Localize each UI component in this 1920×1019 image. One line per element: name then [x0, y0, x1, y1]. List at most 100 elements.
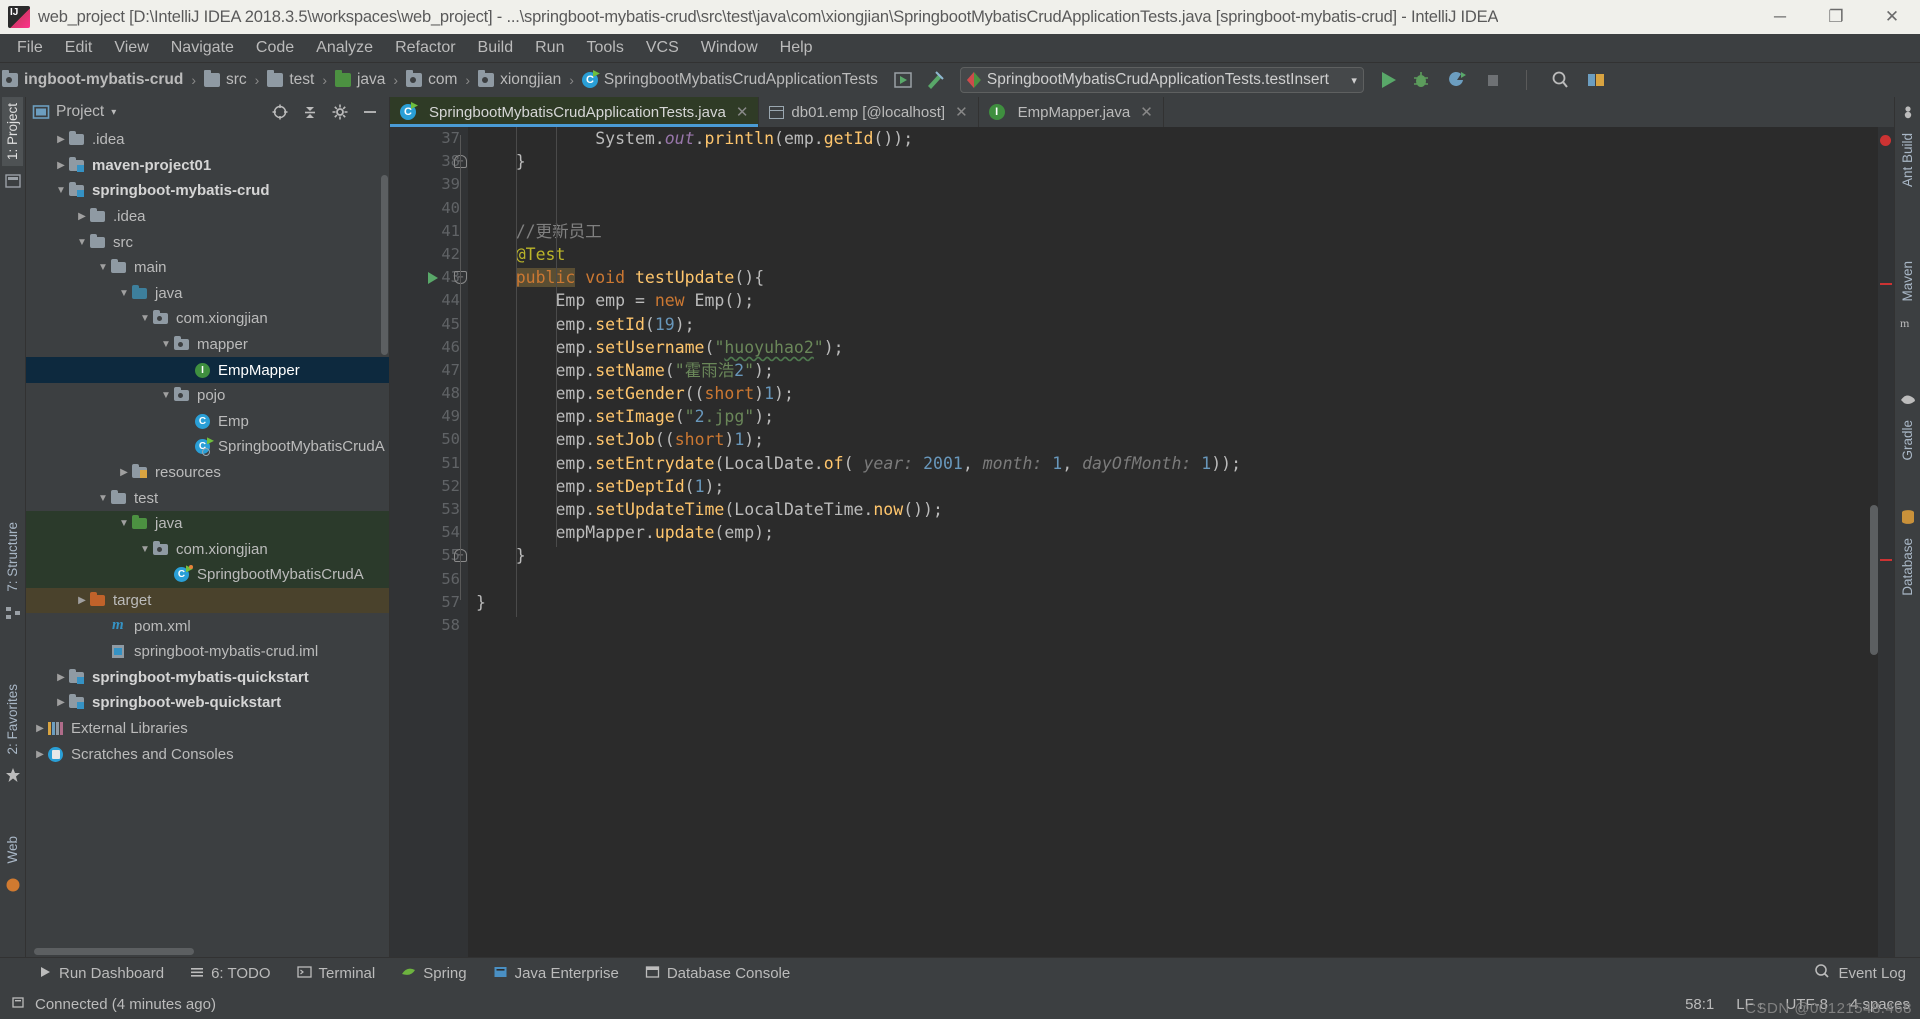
tree-node-idea[interactable]: ▶ .idea — [26, 127, 389, 153]
search-icon[interactable] — [1549, 69, 1571, 91]
sidebar-tab-project[interactable]: 1: Project — [2, 97, 23, 167]
chevron-down-icon[interactable]: ▼ — [158, 390, 174, 401]
sidebar-tab-database[interactable]: Database — [1897, 532, 1918, 602]
code-line[interactable] — [468, 197, 1878, 220]
error-marker[interactable] — [1880, 559, 1892, 561]
menu-help[interactable]: Help — [769, 36, 824, 60]
breadcrumb-item-module[interactable]: ingboot-mybatis-crud — [0, 70, 185, 90]
sidebar-tab-gradle[interactable]: Gradle — [1897, 414, 1918, 467]
menu-window[interactable]: Window — [690, 36, 769, 60]
code-line[interactable]: emp.setImage("2.jpg"); — [468, 405, 1878, 428]
code-line[interactable]: emp.setJob((short)1); — [468, 428, 1878, 451]
tree-node-springboot-mybatis-crud-iml[interactable]: springboot-mybatis-crud.iml — [26, 639, 389, 665]
editor-tab-empmapper[interactable]: EmpMapper.java ✕ — [979, 97, 1164, 127]
tree-node-java[interactable]: ▼ java — [26, 281, 389, 307]
tree-node-external-libraries[interactable]: ▶ External Libraries — [26, 716, 389, 742]
chevron-down-icon[interactable]: ▼ — [95, 493, 111, 504]
code-line[interactable]: emp.setDeptId(1); — [468, 475, 1878, 498]
tree-node-com-xiongjian[interactable]: ▼ com.xiongjian — [26, 536, 389, 563]
tree-node-src[interactable]: ▼ src — [26, 229, 389, 255]
code-line[interactable]: System.out.println(emp.getId()); — [468, 127, 1878, 150]
bottom-tab-spring[interactable]: Spring — [401, 965, 467, 983]
caret-position[interactable]: 58:1 — [1685, 996, 1714, 1013]
sidebar-tab-maven[interactable]: Maven — [1897, 255, 1918, 308]
code-line[interactable]: emp.setGender((short)1); — [468, 382, 1878, 405]
chevron-down-icon[interactable]: ▼ — [53, 185, 69, 196]
close-icon[interactable]: ✕ — [736, 103, 749, 121]
gear-icon[interactable] — [331, 103, 349, 121]
bottom-tab-java-enterprise[interactable]: Java Enterprise — [493, 965, 619, 983]
tree-node-java[interactable]: ▼ java — [26, 510, 389, 537]
error-indicator-icon[interactable] — [1880, 135, 1891, 146]
menu-tools[interactable]: Tools — [575, 36, 634, 60]
close-icon[interactable]: ✕ — [955, 103, 968, 121]
error-marker[interactable] — [1880, 283, 1892, 285]
tree-node-maven-project01[interactable]: ▶ maven-project01 — [26, 153, 389, 179]
project-tree-hscrollbar[interactable] — [26, 945, 389, 957]
chevron-down-icon[interactable]: ▼ — [137, 544, 153, 555]
debug-icon[interactable] — [1410, 69, 1432, 91]
breadcrumb-item-xiongjian[interactable]: xiongjian — [476, 70, 563, 90]
hide-panel-icon[interactable] — [361, 103, 379, 121]
tree-node-springboot-web-quickstart[interactable]: ▶ springboot-web-quickstart — [26, 690, 389, 716]
tree-node-springbootmybatiscruda[interactable]: C SpringbootMybatisCrudA — [26, 434, 389, 460]
tree-node-idea[interactable]: ▶ .idea — [26, 204, 389, 230]
sidebar-tab-favorites[interactable]: 2: Favorites — [2, 678, 23, 761]
tree-node-mapper[interactable]: ▼ mapper — [26, 332, 389, 358]
maximize-button[interactable]: ❐ — [1808, 0, 1864, 34]
favorites-star-icon[interactable] — [4, 766, 22, 784]
breadcrumb-item-test[interactable]: test — [265, 70, 316, 90]
run-configuration-selector[interactable]: SpringbootMybatisCrudApplicationTests.te… — [959, 67, 1364, 93]
web-icon[interactable] — [4, 876, 22, 894]
project-tree-scrollbar[interactable] — [381, 175, 388, 355]
tree-node-emp[interactable]: C Emp — [26, 409, 389, 435]
chevron-down-icon[interactable]: ▼ — [95, 262, 111, 273]
run-anything-icon[interactable] — [892, 69, 914, 91]
menu-code[interactable]: Code — [245, 36, 305, 60]
code-line[interactable]: @Test — [468, 243, 1878, 266]
code-line[interactable]: Emp emp = new Emp(); — [468, 289, 1878, 312]
menu-refactor[interactable]: Refactor — [384, 36, 466, 60]
breadcrumb-item-java[interactable]: java — [333, 70, 387, 90]
tree-node-springboot-mybatis-crud[interactable]: ▼ springboot-mybatis-crud — [26, 178, 389, 204]
chevron-right-icon[interactable]: ▶ — [32, 723, 48, 734]
maven-icon[interactable]: m — [1899, 314, 1917, 332]
bottom-tab-database-console[interactable]: Database Console — [645, 965, 790, 983]
code-line[interactable]: emp.setUpdateTime(LocalDateTime.now()); — [468, 498, 1878, 521]
bottom-tab-todo[interactable]: 6: TODO — [190, 965, 271, 983]
chevron-right-icon[interactable]: ▶ — [53, 672, 69, 683]
code-editor[interactable]: 37 38− 39 40 41 42 43− 44 45 46 47 48 49 50 51 52 53 54 55… — [390, 127, 1894, 957]
close-button[interactable]: ✕ — [1864, 0, 1920, 34]
project-tree[interactable]: ▶ .idea ▶ maven-project01 ▼ springboot-mybati… — [26, 127, 389, 945]
menu-build[interactable]: Build — [467, 36, 525, 60]
breadcrumb-item-src[interactable]: src — [202, 70, 249, 90]
menu-run[interactable]: Run — [524, 36, 575, 60]
breadcrumb-item-class[interactable]: SpringbootMybatisCrudApplicationTests — [580, 70, 880, 90]
menu-vcs[interactable]: VCS — [635, 36, 690, 60]
scroll-from-source-icon[interactable] — [271, 103, 289, 121]
sidebar-tab-ant-build[interactable]: Ant Build — [1897, 127, 1918, 193]
structure-icon[interactable] — [4, 604, 22, 622]
code-content[interactable]: System.out.println(emp.getId()); } //更新员… — [468, 127, 1878, 957]
chevron-right-icon[interactable]: ▶ — [53, 134, 69, 145]
code-line[interactable]: emp.setName("霍雨浩2"); — [468, 359, 1878, 382]
tree-node-springbootmybatiscruda[interactable]: C SpringbootMybatisCrudA — [26, 562, 389, 588]
tree-node-target[interactable]: ▶ target — [26, 587, 389, 614]
code-line[interactable]: public void testUpdate(){ — [468, 266, 1878, 289]
tree-node-main[interactable]: ▼ main — [26, 255, 389, 281]
code-line[interactable] — [468, 173, 1878, 196]
tree-node-pom-xml[interactable]: m pom.xml — [26, 613, 389, 639]
code-line[interactable] — [468, 614, 1878, 637]
editor-tab-springboot-tests[interactable]: SpringbootMybatisCrudApplicationTests.ja… — [390, 97, 760, 127]
chevron-right-icon[interactable]: ▶ — [116, 467, 132, 478]
code-line[interactable]: } — [468, 591, 1878, 614]
bottom-tab-run-dashboard[interactable]: Run Dashboard — [38, 965, 164, 983]
run-with-coverage-icon[interactable] — [1446, 69, 1468, 91]
tree-node-empmapper[interactable]: I EmpMapper — [26, 357, 389, 383]
tree-node-scratches-and-consoles[interactable]: ▶ Scratches and Consoles — [26, 741, 389, 767]
code-line[interactable] — [468, 568, 1878, 591]
close-icon[interactable]: ✕ — [1140, 103, 1153, 121]
code-line[interactable]: } — [468, 544, 1878, 567]
chevron-right-icon[interactable]: ▶ — [74, 211, 90, 222]
editor-scrollbar[interactable] — [1870, 505, 1878, 655]
